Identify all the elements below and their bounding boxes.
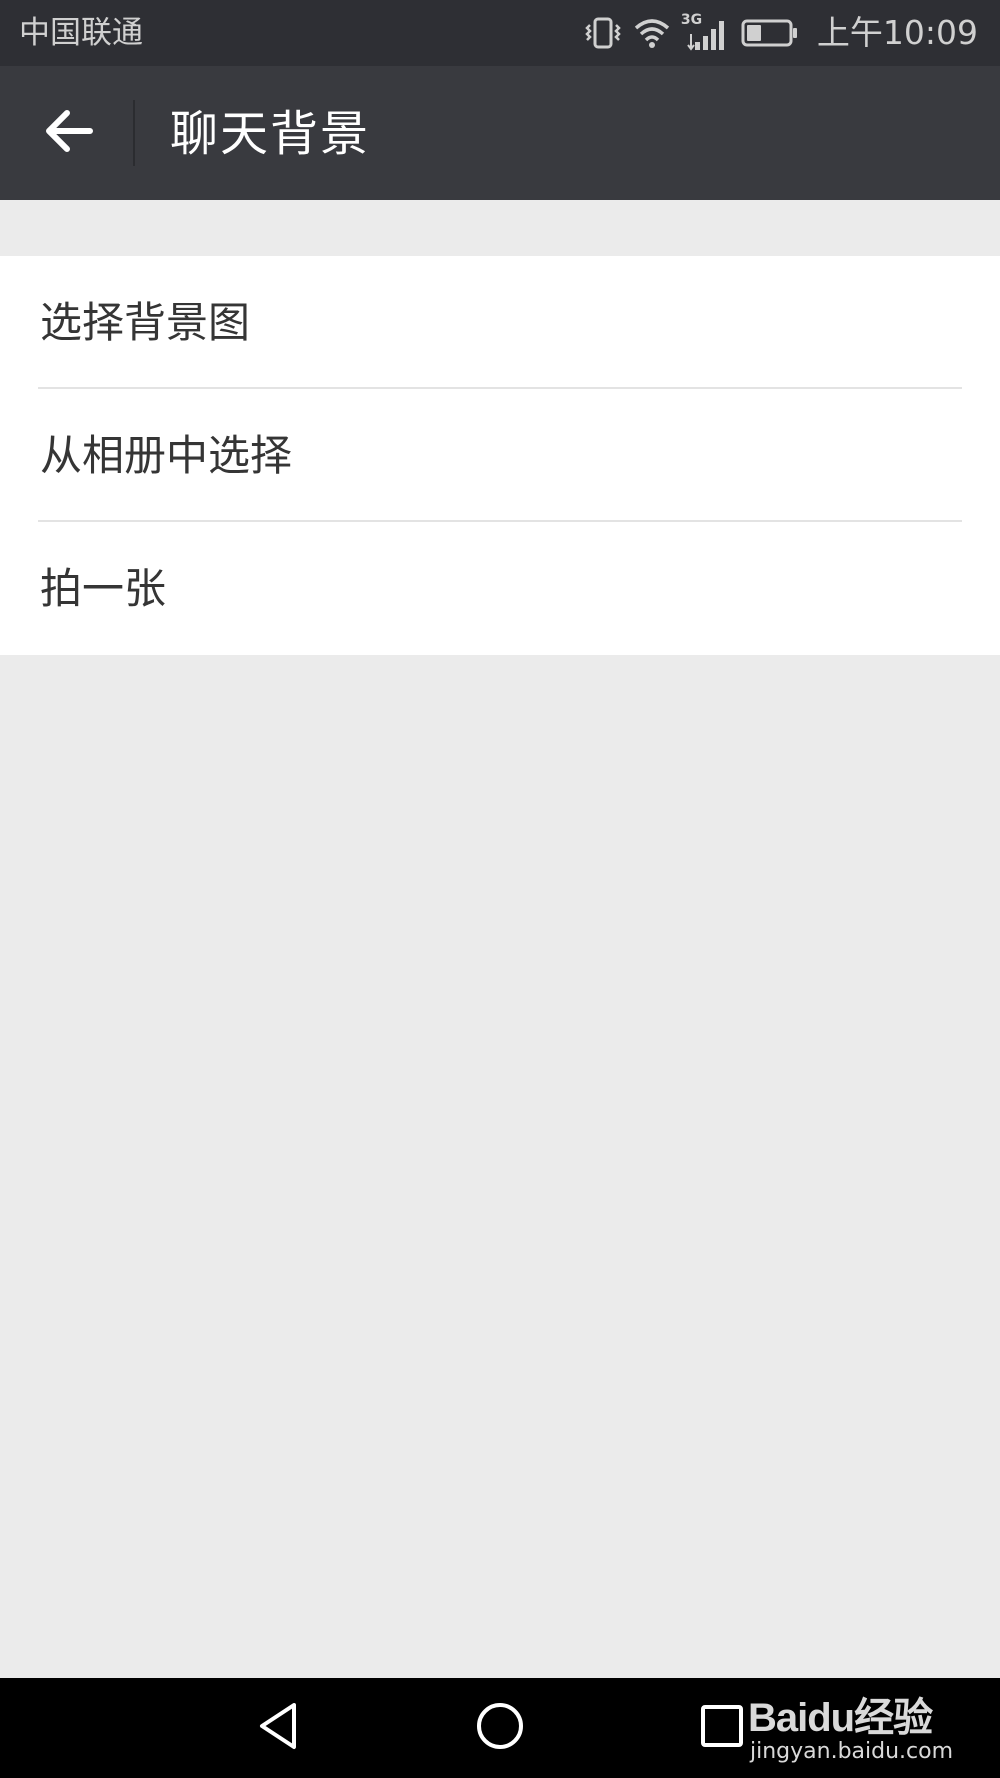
status-clock: 上午10:09: [816, 13, 978, 52]
menu-item-choose-background[interactable]: 选择背景图: [0, 256, 1000, 389]
title-divider: [133, 100, 135, 166]
back-triangle-icon: [256, 1701, 300, 1755]
status-bar: 中国联通 3G 上午10:09: [0, 0, 1000, 66]
baidu-watermark: Baidu经验 jingyan.baidu.com: [748, 1685, 953, 1769]
nav-recents-button[interactable]: [690, 1698, 754, 1758]
recents-square-icon: [699, 1703, 745, 1753]
wifi-icon: [633, 17, 671, 49]
arrow-left-icon: [43, 108, 93, 158]
watermark-url: jingyan.baidu.com: [750, 1739, 954, 1764]
menu-item-take-photo[interactable]: 拍一张: [0, 522, 1000, 655]
menu-list: 选择背景图 从相册中选择 拍一张: [0, 256, 1000, 655]
back-button[interactable]: [28, 93, 108, 173]
screen: 中国联通 3G 上午10:09 聊天背景 选择背景图 从相册中选择 拍一张 Ba…: [0, 0, 1000, 1778]
home-circle-icon: [475, 1701, 525, 1755]
battery-icon: [741, 18, 799, 48]
page-title: 聊天背景: [170, 106, 371, 162]
status-icons: 3G 上午10:09: [583, 10, 978, 56]
menu-item-label: 拍一张: [40, 564, 167, 613]
menu-item-label: 选择背景图: [40, 298, 251, 347]
watermark-logo: Baidu经验: [748, 1696, 933, 1740]
nav-back-button[interactable]: [246, 1698, 310, 1758]
nav-home-button[interactable]: [468, 1698, 532, 1758]
menu-item-label: 从相册中选择: [40, 431, 293, 480]
carrier-name: 中国联通: [19, 15, 143, 51]
title-bar: 聊天背景: [0, 66, 1000, 200]
menu-item-choose-from-album[interactable]: 从相册中选择: [0, 389, 1000, 522]
vibrate-icon: [583, 16, 623, 50]
signal-icon: 3G: [681, 12, 731, 52]
